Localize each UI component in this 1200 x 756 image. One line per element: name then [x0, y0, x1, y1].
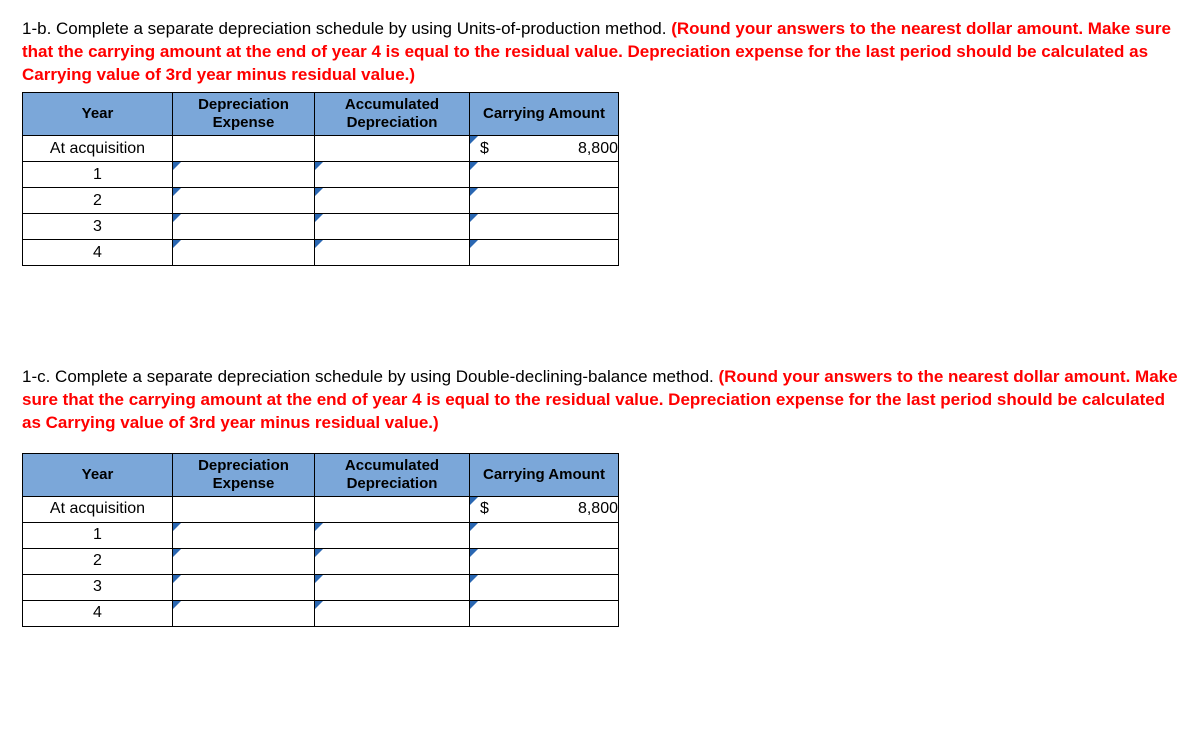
- cell-c-y2-accum[interactable]: [315, 548, 470, 574]
- cell-c-y3-carrying[interactable]: [470, 574, 619, 600]
- header-expense: Depreciation Expense: [173, 453, 315, 496]
- cell-c-y4-expense[interactable]: [173, 600, 315, 626]
- table-row: 4: [23, 600, 619, 626]
- carrying-value: 8,800: [578, 140, 618, 157]
- header-carrying: Carrying Amount: [470, 92, 619, 135]
- question-1c-text: 1-c. Complete a separate depreciation sc…: [22, 366, 1182, 435]
- cell-b-y4-expense[interactable]: [173, 239, 315, 265]
- cell-c-acq-expense: [173, 496, 315, 522]
- currency-symbol: $: [480, 138, 489, 160]
- year-label-4: 4: [23, 239, 173, 265]
- year-label-1: 1: [23, 161, 173, 187]
- depreciation-table-1c: Year Depreciation Expense Accumulated De…: [22, 453, 619, 627]
- cell-b-y2-expense[interactable]: [173, 187, 315, 213]
- cell-c-y1-accum[interactable]: [315, 522, 470, 548]
- cell-b-y2-accum[interactable]: [315, 187, 470, 213]
- cell-b-y1-accum[interactable]: [315, 161, 470, 187]
- cell-c-y4-carrying[interactable]: [470, 600, 619, 626]
- cell-c-acq-carrying[interactable]: $ 8,800: [470, 496, 619, 522]
- cell-c-y3-expense[interactable]: [173, 574, 315, 600]
- table-row: At acquisition $ 8,800: [23, 135, 619, 161]
- header-carrying: Carrying Amount: [470, 453, 619, 496]
- question-1b-stem: 1-b. Complete a separate depreciation sc…: [22, 19, 671, 38]
- cell-b-y1-carrying[interactable]: [470, 161, 619, 187]
- cell-b-y2-carrying[interactable]: [470, 187, 619, 213]
- table-row: 3: [23, 574, 619, 600]
- table-row: At acquisition $ 8,800: [23, 496, 619, 522]
- cell-c-y3-accum[interactable]: [315, 574, 470, 600]
- year-label-3: 3: [23, 574, 173, 600]
- cell-c-y1-carrying[interactable]: [470, 522, 619, 548]
- year-label-4: 4: [23, 600, 173, 626]
- table-row: 1: [23, 522, 619, 548]
- cell-b-y3-carrying[interactable]: [470, 213, 619, 239]
- year-label-acquisition: At acquisition: [23, 496, 173, 522]
- table-row: 2: [23, 187, 619, 213]
- year-label-2: 2: [23, 548, 173, 574]
- cell-b-acq-carrying[interactable]: $ 8,800: [470, 135, 619, 161]
- question-1b-text: 1-b. Complete a separate depreciation sc…: [22, 18, 1182, 87]
- year-label-2: 2: [23, 187, 173, 213]
- cell-b-acq-expense: [173, 135, 315, 161]
- year-label-1: 1: [23, 522, 173, 548]
- cell-b-y4-accum[interactable]: [315, 239, 470, 265]
- cell-b-acq-accum: [315, 135, 470, 161]
- cell-b-y3-accum[interactable]: [315, 213, 470, 239]
- cell-c-y1-expense[interactable]: [173, 522, 315, 548]
- cell-b-y3-expense[interactable]: [173, 213, 315, 239]
- header-accumulated: Accumulated Depreciation: [315, 453, 470, 496]
- header-accumulated: Accumulated Depreciation: [315, 92, 470, 135]
- depreciation-table-1b: Year Depreciation Expense Accumulated De…: [22, 92, 619, 266]
- year-label-3: 3: [23, 213, 173, 239]
- cell-c-y2-carrying[interactable]: [470, 548, 619, 574]
- cell-c-y2-expense[interactable]: [173, 548, 315, 574]
- year-label-acquisition: At acquisition: [23, 135, 173, 161]
- carrying-value: 8,800: [578, 500, 618, 517]
- table-row: 1: [23, 161, 619, 187]
- header-year: Year: [23, 92, 173, 135]
- cell-c-acq-accum: [315, 496, 470, 522]
- cell-b-y4-carrying[interactable]: [470, 239, 619, 265]
- question-1c-stem: 1-c. Complete a separate depreciation sc…: [22, 367, 718, 386]
- cell-c-y4-accum[interactable]: [315, 600, 470, 626]
- currency-symbol: $: [480, 498, 489, 520]
- header-expense: Depreciation Expense: [173, 92, 315, 135]
- table-row: 4: [23, 239, 619, 265]
- header-year: Year: [23, 453, 173, 496]
- table-row: 2: [23, 548, 619, 574]
- table-row: 3: [23, 213, 619, 239]
- cell-b-y1-expense[interactable]: [173, 161, 315, 187]
